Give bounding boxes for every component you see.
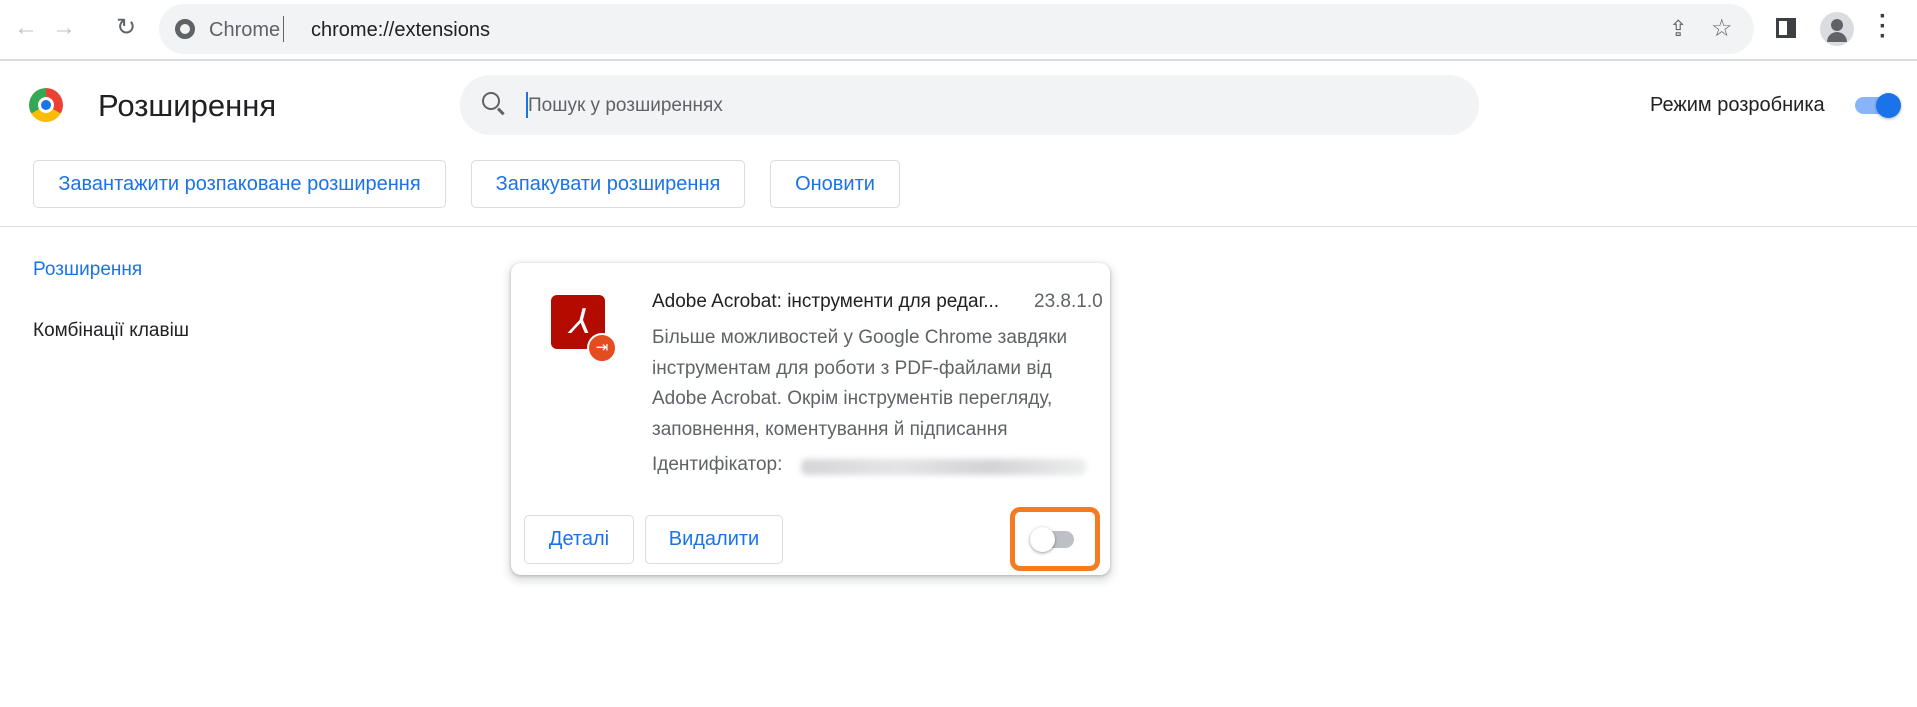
extension-description: Більше можливостей у Google Chrome завдя… — [652, 327, 1068, 440]
extension-card: ⅄ ⇥ Adobe Acrobat: інструменти для редаг… — [511, 263, 1110, 575]
dev-mode-label: Режим розробника — [1650, 94, 1825, 116]
reload-icon[interactable]: ↻ — [110, 12, 142, 44]
dev-mode-toggle[interactable] — [1855, 93, 1901, 118]
chrome-site-icon — [175, 19, 195, 39]
extension-enable-toggle[interactable] — [1030, 527, 1074, 552]
search-input[interactable]: Пошук у розширеннях — [460, 75, 1479, 135]
site-label: Chrome — [209, 19, 281, 41]
header-divider — [0, 226, 1917, 227]
toggle-knob — [1030, 527, 1055, 552]
chrome-logo-icon — [29, 88, 63, 122]
back-icon[interactable]: ← — [10, 12, 42, 44]
remove-button[interactable]: Видалити — [645, 515, 783, 564]
extension-version: 23.8.1.0 — [1034, 291, 1103, 312]
side-panel-icon[interactable] — [1776, 18, 1796, 38]
bookmark-star-icon[interactable]: ☆ — [1711, 14, 1733, 43]
profile-avatar[interactable] — [1820, 12, 1854, 46]
forward-icon[interactable]: → — [48, 12, 80, 44]
share-icon[interactable]: ⇪ — [1669, 16, 1687, 42]
toggle-knob — [1876, 93, 1901, 118]
url-text[interactable]: chrome://extensions — [311, 19, 490, 42]
pack-extension-button[interactable]: Запакувати розширення — [471, 160, 745, 208]
address-separator — [283, 16, 284, 42]
menu-kebab-icon[interactable]: · · · — [1878, 5, 1888, 49]
address-bar[interactable]: Chrome chrome://extensions ⇪ ☆ — [159, 4, 1754, 54]
search-placeholder: Пошук у розширеннях — [528, 95, 723, 116]
update-button[interactable]: Оновити — [770, 160, 900, 208]
load-unpacked-button[interactable]: Завантажити розпаковане розширення — [33, 160, 446, 208]
sidebar-item-shortcuts[interactable]: Комбінації клавіш — [33, 320, 189, 342]
extension-id-label: Ідентифікатор: — [652, 454, 783, 475]
browser-toolbar: ← → ↻ Chrome chrome://extensions ⇪ ☆ · · · — [0, 0, 1917, 61]
page-title: Розширення — [98, 88, 277, 123]
extension-name: Adobe Acrobat: інструменти для редаг... — [652, 291, 1000, 312]
details-button[interactable]: Деталі — [524, 515, 634, 564]
extension-badge-icon: ⇥ — [587, 333, 617, 363]
extension-id-redacted — [801, 459, 1086, 475]
sidebar-item-extensions[interactable]: Розширення — [33, 259, 142, 281]
